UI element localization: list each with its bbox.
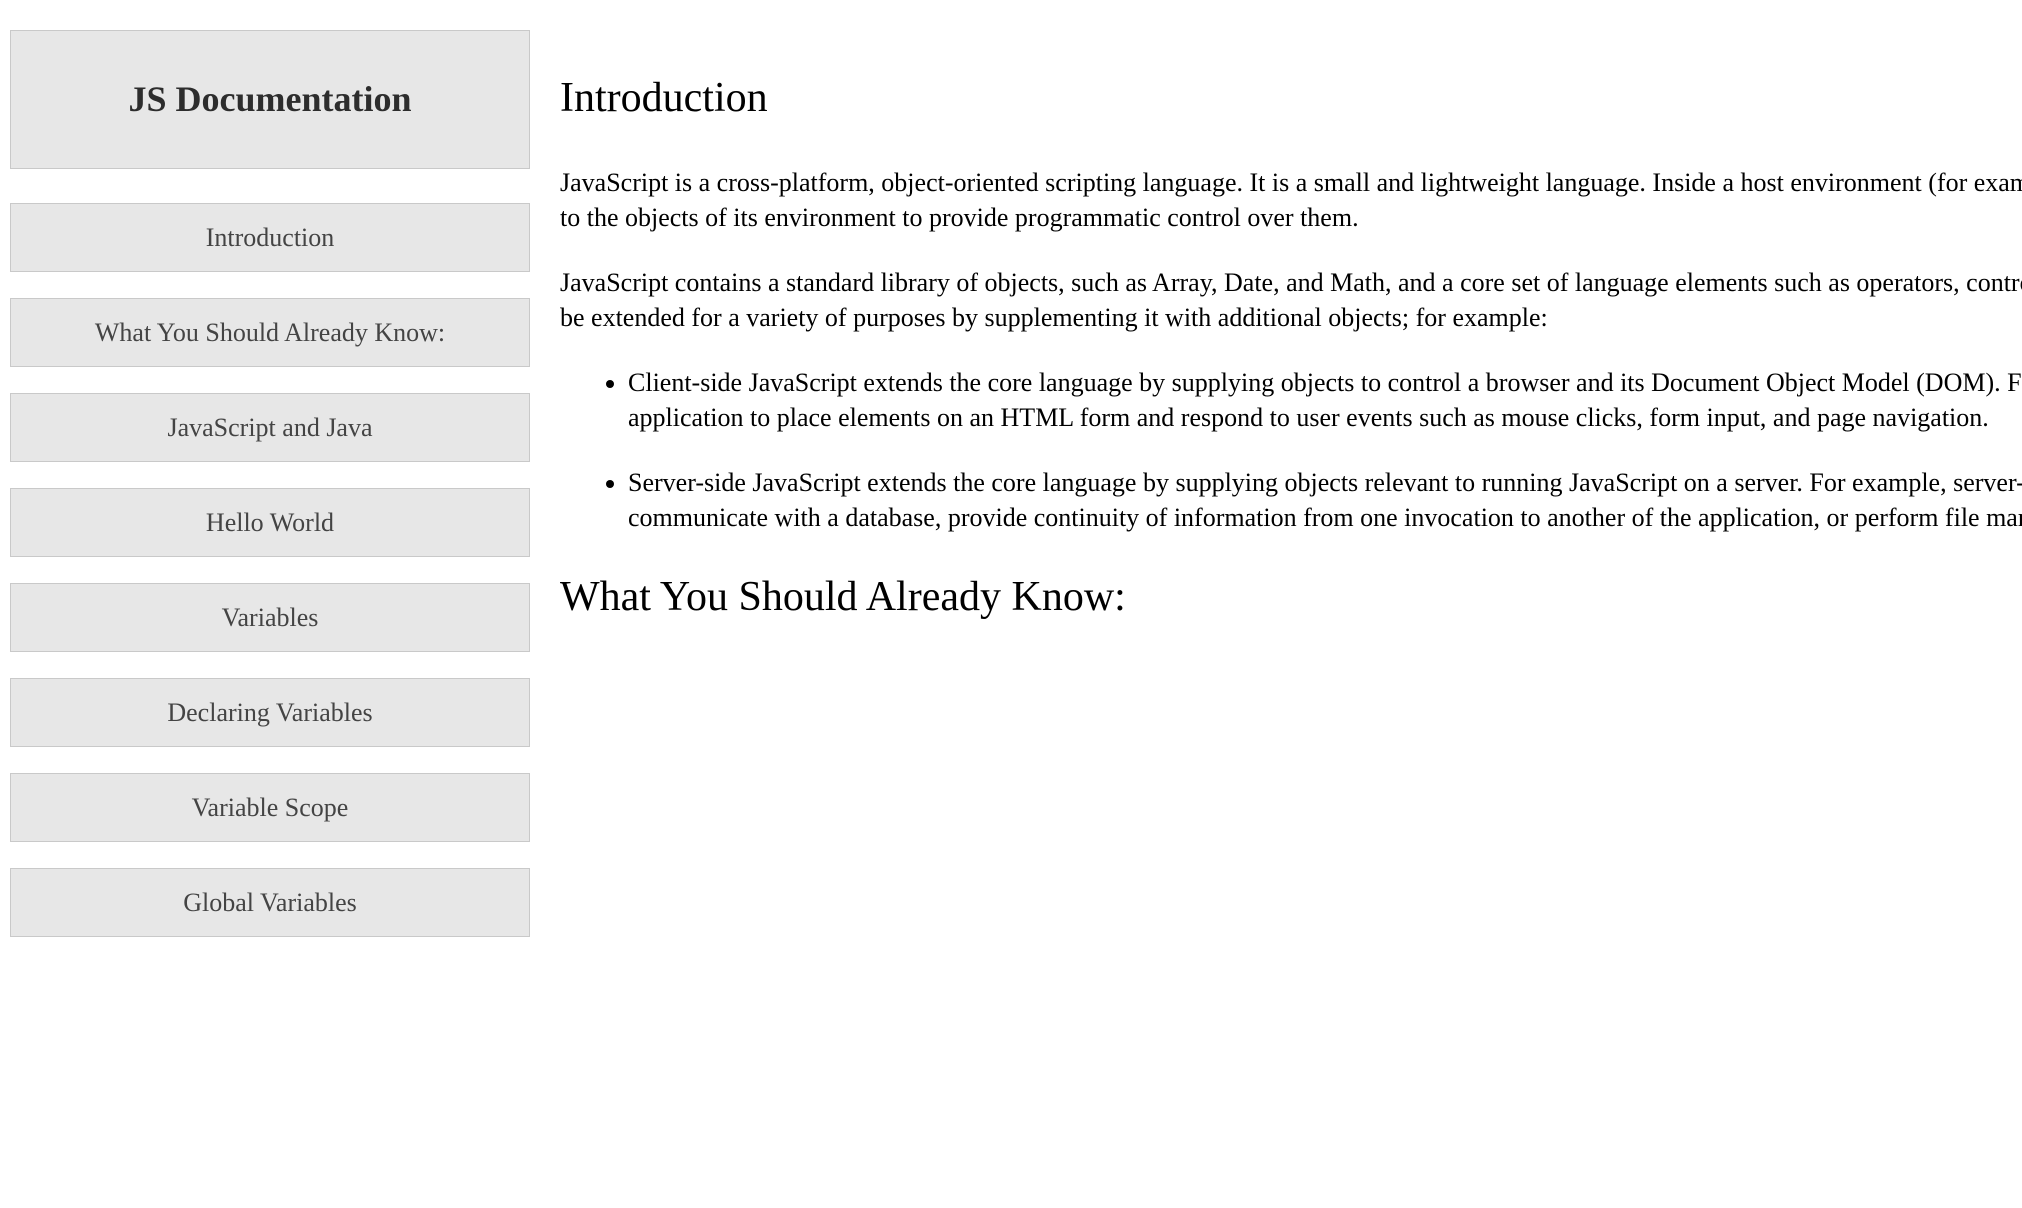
nav-item-introduction[interactable]: Introduction	[10, 203, 530, 272]
nav-item-what-you-should-already-know[interactable]: What You Should Already Know:	[10, 298, 530, 367]
section-introduction: Introduction JavaScript is a cross-platf…	[560, 70, 2022, 535]
intro-paragraph-2: JavaScript contains a standard library o…	[560, 265, 2022, 335]
page-layout: JS Documentation Introduction What You S…	[0, 0, 2022, 1208]
sidebar-header: JS Documentation	[10, 30, 530, 169]
intro-list-item-server: Server-side JavaScript extends the core …	[628, 465, 2022, 535]
main-content: Introduction JavaScript is a cross-platf…	[540, 0, 2022, 1208]
nav-list: Introduction What You Should Already Kno…	[10, 203, 530, 938]
nav-item-variables[interactable]: Variables	[10, 583, 530, 652]
intro-paragraph-1: JavaScript is a cross-platform, object-o…	[560, 165, 2022, 235]
nav-item-declaring-variables[interactable]: Declaring Variables	[10, 678, 530, 747]
intro-list-item-client: Client-side JavaScript extends the core …	[628, 365, 2022, 435]
heading-what-you-should-already-know: What You Should Already Know:	[560, 569, 2022, 626]
heading-introduction: Introduction	[560, 70, 2022, 127]
intro-list: Client-side JavaScript extends the core …	[560, 365, 2022, 535]
nav-item-javascript-and-java[interactable]: JavaScript and Java	[10, 393, 530, 462]
nav-item-variable-scope[interactable]: Variable Scope	[10, 773, 530, 842]
nav-item-global-variables[interactable]: Global Variables	[10, 868, 530, 937]
sidebar-title: JS Documentation	[21, 75, 519, 124]
nav-item-hello-world[interactable]: Hello World	[10, 488, 530, 557]
section-what-you-should-already-know: What You Should Already Know:	[560, 569, 2022, 626]
sidebar: JS Documentation Introduction What You S…	[0, 0, 540, 1208]
